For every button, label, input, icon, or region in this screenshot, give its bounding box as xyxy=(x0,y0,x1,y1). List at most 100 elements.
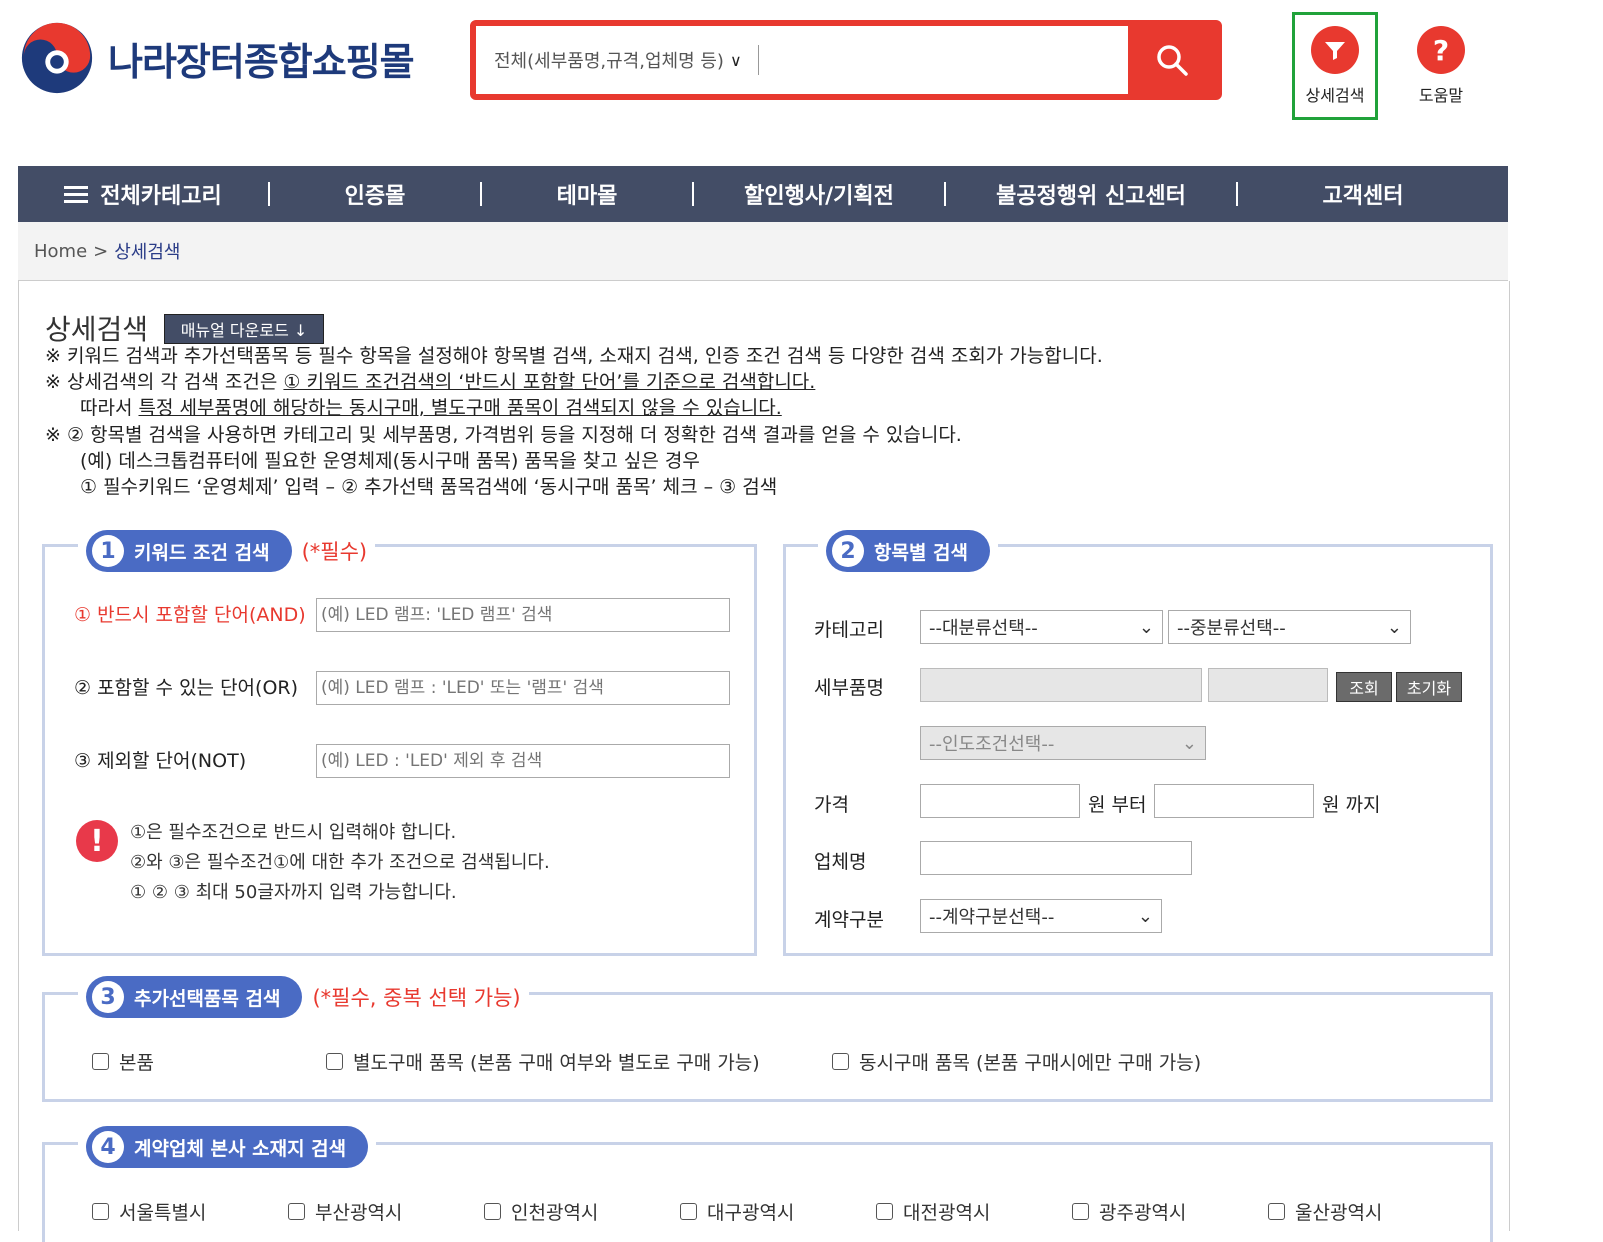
option-separate-purchase[interactable]: 별도구매 품목 (본품 구매 여부와 별도로 구매 가능) xyxy=(326,1048,760,1075)
search-button[interactable] xyxy=(1128,26,1216,94)
region-incheon[interactable]: 인천광역시 xyxy=(484,1198,598,1225)
price-from-suffix: 원 부터 xyxy=(1088,794,1147,816)
or-label: ② 포함할 수 있는 단어(OR) xyxy=(74,677,299,699)
delivery-condition-select[interactable]: --인도조건선택-- ⌄ xyxy=(920,726,1206,760)
checkbox-label: 인천광역시 xyxy=(511,1202,599,1224)
section-number: 4 xyxy=(92,1131,124,1163)
region-daegu[interactable]: 대구광역시 xyxy=(680,1198,794,1225)
advanced-search-label: 상세검색 xyxy=(1305,86,1365,105)
search-scope-select[interactable]: 전체(세부품명,규격,업체명 등) ∨ xyxy=(494,47,742,73)
search-input[interactable] xyxy=(768,39,1128,81)
select-value: --계약구분선택-- xyxy=(929,907,1055,928)
checkbox-label: 별도구매 품목 (본품 구매 여부와 별도로 구매 가능) xyxy=(353,1052,760,1074)
section-number: 1 xyxy=(92,535,124,567)
detail-code-input[interactable] xyxy=(1208,668,1328,702)
section-title: 계약업체 본사 소재지 검색 xyxy=(134,1137,347,1160)
checkbox-label: 본품 xyxy=(119,1052,154,1074)
warning-text: ①은 필수조건으로 반드시 입력해야 합니다. xyxy=(130,822,457,843)
section-pill: 3 추가선택품목 검색 xyxy=(86,976,303,1018)
search-scope-label: 전체(세부품명,규격,업체명 등) xyxy=(494,51,724,72)
section-pill: 1 키워드 조건 검색 xyxy=(86,530,292,572)
manual-download-button[interactable]: 매뉴얼 다운로드 ↓ xyxy=(164,314,324,344)
not-word-input[interactable] xyxy=(316,744,730,778)
note-text: ② 항목별 검색을 사용하면 카테고리 및 세부품명, 가격범위 등을 지정해 … xyxy=(66,424,962,446)
option-main-product[interactable]: 본품 xyxy=(92,1048,154,1075)
nav-all-categories[interactable]: 전체카테고리 xyxy=(18,166,268,222)
checkbox[interactable] xyxy=(1072,1203,1089,1220)
nav-label: 전체카테고리 xyxy=(100,184,222,209)
nav-discount-events[interactable]: 할인행사/기획전 xyxy=(694,166,944,222)
breadcrumb-separator: > xyxy=(93,240,109,262)
menu-icon xyxy=(64,182,89,207)
category-middle-select[interactable]: --중분류선택-- ⌄ xyxy=(1168,610,1411,644)
checkbox[interactable] xyxy=(484,1203,501,1220)
price-from-input[interactable] xyxy=(920,784,1080,818)
nav-theme-mall[interactable]: 테마몰 xyxy=(482,166,692,222)
logo-text: 나라장터종합쇼핑몰 xyxy=(108,39,415,84)
note-line: (예) 데스크톱컴퓨터에 필요한 운영체제(동시구매 품목) 품목을 찾고 싶은… xyxy=(80,450,700,472)
checkbox[interactable] xyxy=(876,1203,893,1220)
checkbox[interactable] xyxy=(326,1053,343,1070)
checkbox-label: 대전광역시 xyxy=(903,1202,991,1224)
section-title: 항목별 검색 xyxy=(874,541,969,564)
price-label: 가격 xyxy=(814,794,849,816)
lookup-button[interactable]: 조회 xyxy=(1336,672,1392,702)
filter-icon xyxy=(1311,26,1359,74)
nav-customer-center[interactable]: 고객센터 xyxy=(1238,166,1488,222)
search-divider xyxy=(757,45,759,75)
reset-button[interactable]: 초기화 xyxy=(1396,672,1462,702)
keyword-section-header: 1 키워드 조건 검색 (*필수) xyxy=(78,530,376,572)
price-to-input[interactable] xyxy=(1154,784,1314,818)
note-line: ※ ② 항목별 검색을 사용하면 카테고리 및 세부품명, 가격범위 등을 지정… xyxy=(45,420,962,447)
note-underlined: 특정 세부품명에 해당하는 동시구매, 별도구매 품목이 검색되지 않을 수 있… xyxy=(138,397,782,419)
checkbox-label: 동시구매 품목 (본품 구매시에만 구매 가능) xyxy=(859,1052,1202,1074)
detail-name-input[interactable] xyxy=(920,668,1202,702)
checkbox[interactable] xyxy=(680,1203,697,1220)
category-major-select[interactable]: --대분류선택-- ⌄ xyxy=(920,610,1163,644)
search-icon xyxy=(1157,45,1188,76)
breadcrumb-current[interactable]: 상세검색 xyxy=(114,238,180,264)
checkbox[interactable] xyxy=(1268,1203,1285,1220)
contract-type-select[interactable]: --계약구분선택-- ⌄ xyxy=(920,899,1162,933)
note-underlined: ① 키워드 조건검색의 ‘반드시 포함할 단어’를 기준으로 검색합니다. xyxy=(283,371,816,393)
checkbox-label: 광주광역시 xyxy=(1099,1202,1187,1224)
required-note: (*필수) xyxy=(301,540,368,564)
region-gwangju[interactable]: 광주광역시 xyxy=(1072,1198,1186,1225)
nav-certified-mall[interactable]: 인증몰 xyxy=(270,166,480,222)
checkbox[interactable] xyxy=(92,1053,109,1070)
option-bundle-purchase[interactable]: 동시구매 품목 (본품 구매시에만 구매 가능) xyxy=(832,1048,1201,1075)
region-seoul[interactable]: 서울특별시 xyxy=(92,1198,206,1225)
advanced-search-button[interactable]: 상세검색 xyxy=(1292,12,1378,120)
region-daejeon[interactable]: 대전광역시 xyxy=(876,1198,990,1225)
main-nav: 전체카테고리 인증몰 테마몰 할인행사/기획전 불공정행위 신고센터 고객센터 xyxy=(18,166,1508,222)
region-busan[interactable]: 부산광역시 xyxy=(288,1198,402,1225)
checkbox-label: 부산광역시 xyxy=(315,1202,403,1224)
note-line: ※ 상세검색의 각 검색 조건은 ① 키워드 조건검색의 ‘반드시 포함할 단어… xyxy=(45,367,815,394)
or-word-input[interactable] xyxy=(316,671,730,705)
breadcrumb: Home > 상세검색 xyxy=(18,222,1508,281)
company-name-input[interactable] xyxy=(920,841,1192,875)
help-button[interactable]: ? 도움말 xyxy=(1398,12,1484,120)
site-logo[interactable]: 나라장터종합쇼핑몰 xyxy=(18,18,428,98)
checkbox-label: 서울특별시 xyxy=(119,1202,207,1224)
checkbox-label: 대구광역시 xyxy=(707,1202,795,1224)
category-label: 카테고리 xyxy=(814,619,884,641)
nav-unfair-report[interactable]: 불공정행위 신고센터 xyxy=(946,166,1236,222)
company-label: 업체명 xyxy=(814,851,867,873)
checkbox-label: 울산광역시 xyxy=(1295,1202,1383,1224)
note-mark: ※ xyxy=(45,424,61,446)
note-line: ※ 키워드 검색과 추가선택품목 등 필수 항목을 설정해야 항목별 검색, 소… xyxy=(45,341,1103,368)
chevron-down-icon: ∨ xyxy=(729,50,742,70)
checkbox[interactable] xyxy=(288,1203,305,1220)
checkbox[interactable] xyxy=(92,1203,109,1220)
region-ulsan[interactable]: 울산광역시 xyxy=(1268,1198,1382,1225)
checkbox[interactable] xyxy=(832,1053,849,1070)
note-text: 따라서 xyxy=(80,397,139,419)
and-word-input[interactable] xyxy=(316,598,730,632)
section-number: 3 xyxy=(92,981,124,1013)
select-value: --대분류선택-- xyxy=(929,618,1038,639)
required-note: (*필수, 중복 선택 가능) xyxy=(312,986,521,1010)
breadcrumb-home[interactable]: Home xyxy=(34,241,87,262)
nav-label: 할인행사/기획전 xyxy=(744,184,894,209)
note-text: 키워드 검색과 추가선택품목 등 필수 항목을 설정해야 항목별 검색, 소재지… xyxy=(66,345,1103,367)
